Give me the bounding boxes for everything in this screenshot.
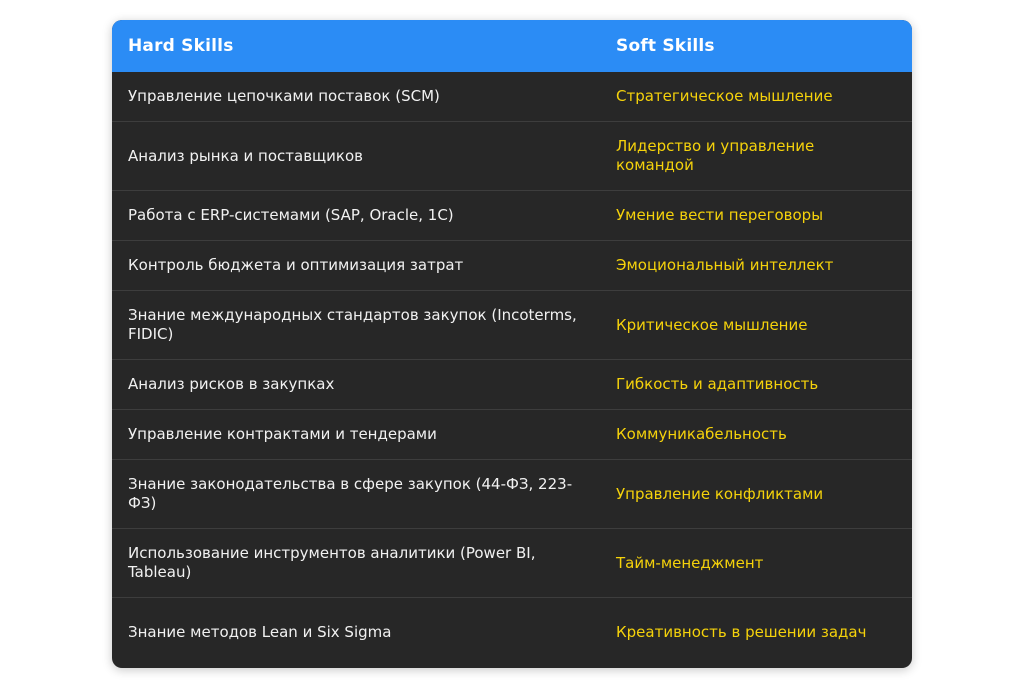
hard-skill-cell: Управление цепочками поставок (SCM): [128, 87, 440, 105]
hard-skill-cell: Знание методов Lean и Six Sigma: [128, 623, 392, 641]
hard-skill-cell: Анализ рисков в закупках: [128, 375, 335, 393]
table-header: Hard Skills Soft Skills: [112, 20, 912, 72]
table-row: Контроль бюджета и оптимизация затрат Эм…: [112, 241, 912, 291]
table-row: Знание законодательства в сфере закупок …: [112, 460, 912, 529]
hard-skill-cell: Знание международных стандартов закупок …: [128, 306, 577, 343]
soft-skill-cell: Критическое мышление: [616, 315, 808, 334]
table-row: Управление контрактами и тендерами Комму…: [112, 410, 912, 460]
soft-skill-cell: Гибкость и адаптивность: [616, 375, 819, 393]
table-row: Анализ рынка и поставщиков Лидерство и у…: [112, 122, 912, 191]
header-soft-skills: Soft Skills: [616, 36, 715, 56]
soft-skill-cell: Эмоциональный интеллект: [616, 256, 834, 274]
header-hard-skills: Hard Skills: [128, 36, 234, 56]
soft-skill-cell: Тайм-менеджмент: [616, 553, 764, 572]
hard-skill-cell: Управление контрактами и тендерами: [128, 425, 437, 443]
soft-skill-cell: Коммуникабельность: [616, 425, 787, 443]
table-row: Анализ рисков в закупках Гибкость и адап…: [112, 360, 912, 410]
hard-skill-cell: Использование инструментов аналитики (Po…: [128, 544, 536, 581]
table-row: Знание международных стандартов закупок …: [112, 291, 912, 360]
soft-skill-cell: Лидерство и управление командой: [616, 137, 815, 174]
table-row: Управление цепочками поставок (SCM) Стра…: [112, 72, 912, 122]
soft-skill-cell: Управление конфликтами: [616, 484, 824, 503]
table-row: Работа с ERP-системами (SAP, Oracle, 1С)…: [112, 191, 912, 241]
soft-skill-cell: Умение вести переговоры: [616, 206, 824, 224]
table-row: Использование инструментов аналитики (Po…: [112, 529, 912, 598]
hard-skill-cell: Контроль бюджета и оптимизация затрат: [128, 256, 464, 274]
hard-skill-cell: Работа с ERP-системами (SAP, Oracle, 1С): [128, 206, 454, 224]
table-row: Знание методов Lean и Six Sigma Креативн…: [112, 598, 912, 667]
hard-skill-cell: Знание законодательства в сфере закупок …: [128, 475, 573, 512]
hard-skill-cell: Анализ рынка и поставщиков: [128, 146, 364, 165]
skills-table: Hard Skills Soft Skills Управление цепоч…: [112, 20, 912, 668]
soft-skill-cell: Креативность в решении задач: [616, 623, 867, 641]
soft-skill-cell: Стратегическое мышление: [616, 87, 833, 105]
